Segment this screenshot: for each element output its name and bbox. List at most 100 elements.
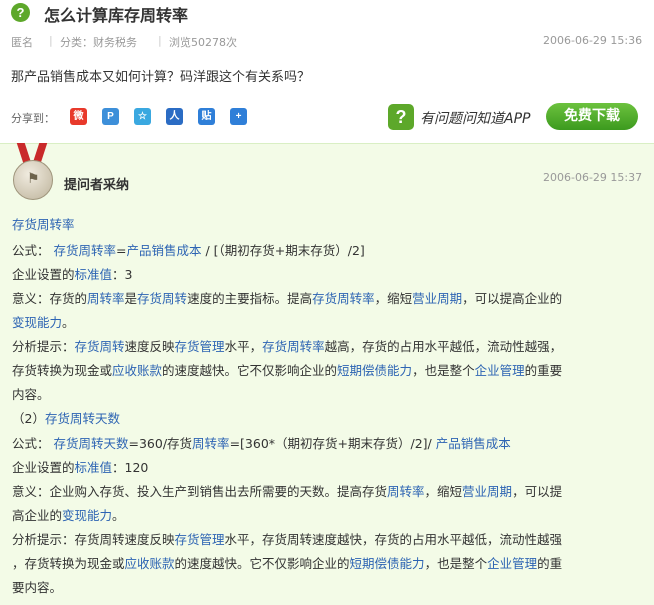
- answer-text: 意义：存货的: [12, 291, 88, 306]
- answer-line: 公式： 存货周转天数=360/存货周转率=[360*（期初存货+期末存货）/2]…: [12, 433, 511, 452]
- answer-line: 分析提示：存货周转速度反映存货管理水平，存货周转速度越快，存货的占用水平越低，流…: [12, 529, 562, 548]
- answer-text: 内容。: [12, 387, 50, 402]
- answer-link[interactable]: 存货周转天数: [53, 436, 128, 451]
- answer-text: 分析提示：: [12, 339, 75, 354]
- answer-text: 意义：企业购入存货、投入生产到销售出去所需要的天数。提高存货: [12, 484, 388, 499]
- answer-text: ，也是整个: [424, 556, 488, 571]
- answer-link[interactable]: 存货周转率: [312, 291, 375, 306]
- answer-text: =360/存货: [128, 436, 193, 451]
- meta-divider: |: [49, 34, 53, 47]
- answer-link[interactable]: 短期偿债能力: [337, 363, 412, 378]
- answer-line: 企业设置的标准值：3: [12, 264, 132, 283]
- answer-line: 存货周转率: [12, 214, 75, 233]
- answer-link[interactable]: 营业周期: [462, 484, 512, 499]
- answer-link[interactable]: 变现能力: [12, 315, 62, 330]
- answer-text: 水平，: [224, 339, 263, 354]
- answer-line: 高企业的变现能力。: [12, 505, 125, 524]
- answer-text: / [（期初存货+期末存货）/2]: [201, 243, 365, 258]
- answer-line: 意义：存货的周转率是存货周转速度的主要指标。提高存货周转率，缩短营业周期，可以提…: [12, 288, 562, 307]
- question-body: 那产品销售成本又如何计算？码洋跟这个有关系吗？: [11, 70, 311, 85]
- answer-date: 2006-06-29 15:37: [543, 171, 643, 184]
- answer-text: 速度的主要指标。提高: [187, 291, 313, 306]
- answer-text: ，可以提高企业的: [462, 291, 563, 306]
- answer-text: ：3: [112, 267, 133, 282]
- answer-link[interactable]: 存货周转: [137, 291, 187, 306]
- answer-link[interactable]: 存货周转: [75, 339, 125, 354]
- answer-link[interactable]: 产品销售成本: [126, 243, 201, 258]
- answer-text: 的速度越快。它不仅影响企业的: [174, 556, 350, 571]
- answer-text: =: [116, 243, 127, 258]
- answer-text: =[360*（期初存货+期末存货）/2]/: [229, 436, 436, 451]
- answer-link[interactable]: 企业管理: [475, 363, 525, 378]
- answer-text: 越高，存货的占用水平越低，流动性越强，: [324, 339, 563, 354]
- answer-link[interactable]: 存货周转天数: [45, 411, 120, 426]
- question-category[interactable]: 分类：财务税务: [60, 34, 137, 50]
- answer-link[interactable]: 存货管理: [175, 339, 225, 354]
- answer-line: 内容。: [12, 384, 50, 403]
- answer-text: ，缩短: [424, 484, 463, 499]
- answer-line: 分析提示：存货周转速度反映存货管理水平，存货周转率越高，存货的占用水平越低，流动…: [12, 336, 562, 355]
- answer-text: 水平，存货周转速度越快，存货的占用水平越低，流动性越强: [224, 532, 563, 547]
- answer-link[interactable]: 存货周转率: [262, 339, 325, 354]
- answer-link[interactable]: 短期偿债能力: [350, 556, 425, 571]
- question-author[interactable]: 匿名: [11, 34, 33, 50]
- answer-text: 高企业的: [12, 508, 63, 523]
- answer-line: 企业设置的标准值：120: [12, 457, 148, 476]
- answer-text: ，可以提: [512, 484, 563, 499]
- answer-link[interactable]: 产品销售成本: [436, 436, 511, 451]
- answer-text: 是: [124, 291, 138, 306]
- answer-link[interactable]: 企业管理: [487, 556, 537, 571]
- answer-text: 公式：: [12, 436, 54, 451]
- question-title: 怎么计算库存周转率: [44, 6, 189, 25]
- answer-link[interactable]: 应收账款: [125, 556, 175, 571]
- plus-icon[interactable]: +: [230, 108, 247, 125]
- answer-text: 的速度越快。它不仅影响企业的: [162, 363, 338, 378]
- weibo-icon[interactable]: 微: [70, 108, 87, 125]
- answer-line: ，存货转换为现金或应收账款的速度越快。它不仅影响企业的短期偿债能力，也是整个企业…: [12, 553, 562, 572]
- answer-line: 存货转换为现金或应收账款的速度越快。它不仅影响企业的短期偿债能力，也是整个企业管…: [12, 360, 562, 379]
- answer-text: 。: [112, 508, 125, 523]
- answer-text: （2）: [12, 411, 45, 426]
- free-download-button[interactable]: 免费下载: [546, 103, 638, 130]
- answer-text: 存货转换为现金或: [12, 363, 113, 378]
- qzone-icon[interactable]: P: [102, 108, 119, 125]
- answer-text: 的重要: [524, 363, 563, 378]
- answer-line: 变现能力。: [12, 312, 75, 331]
- answer-line: 要内容。: [12, 577, 62, 596]
- answer-link[interactable]: 变现能力: [62, 508, 112, 523]
- answer-link[interactable]: 标准值: [75, 267, 113, 282]
- answer-text: 的重: [537, 556, 563, 571]
- question-views: 浏览50278次: [169, 36, 237, 49]
- answer-text: 速度反映: [124, 339, 175, 354]
- answer-text: 企业设置的: [12, 267, 75, 282]
- star-icon[interactable]: ☆: [134, 108, 151, 125]
- zhidao-app-logo-icon[interactable]: ?: [388, 104, 414, 130]
- app-promo-text[interactable]: 有问题问知道APP: [420, 108, 530, 128]
- answer-link[interactable]: 存货周转率: [12, 217, 75, 232]
- question-header: ? 怎么计算库存周转率: [0, 0, 654, 25]
- answer-link[interactable]: 应收账款: [112, 363, 162, 378]
- answer-line: 意义：企业购入存货、投入生产到销售出去所需要的天数。提高存货周转率，缩短营业周期…: [12, 481, 562, 500]
- flag-icon: ⚑: [27, 171, 40, 187]
- question-date: 2006-06-29 15:36: [543, 34, 643, 47]
- answer-text: 。: [62, 315, 75, 330]
- adopted-label: 提问者采纳: [64, 178, 130, 193]
- renren-icon[interactable]: 人: [166, 108, 183, 125]
- answer-link[interactable]: 周转率: [192, 436, 230, 451]
- answer-link[interactable]: 存货管理: [175, 532, 225, 547]
- meta-divider: |: [158, 34, 162, 47]
- answer-link[interactable]: 周转率: [387, 484, 425, 499]
- answer-text: ：120: [112, 460, 149, 475]
- answer-link[interactable]: 周转率: [87, 291, 125, 306]
- answer-text: ，也是整个: [412, 363, 475, 378]
- share-label: 分享到：: [11, 112, 55, 125]
- answer-text: 分析提示：存货周转速度反映: [12, 532, 175, 547]
- answer-text: 企业设置的: [12, 460, 75, 475]
- answer-text: 要内容。: [12, 580, 63, 595]
- answer-link[interactable]: 标准值: [75, 460, 113, 475]
- answer-text: ，缩短: [374, 291, 413, 306]
- answer-link[interactable]: 存货周转率: [53, 243, 116, 258]
- tieba-icon[interactable]: 贴: [198, 108, 215, 125]
- answer-link[interactable]: 营业周期: [412, 291, 462, 306]
- answer-line: （2）存货周转天数: [12, 408, 120, 427]
